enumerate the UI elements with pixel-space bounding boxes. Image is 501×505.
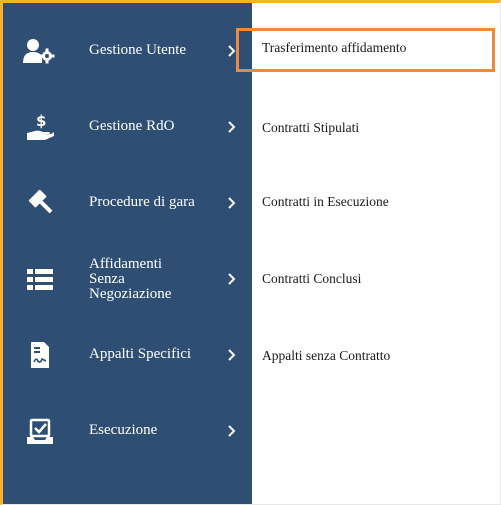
sidebar-item-affidamenti-senza-negoziazione[interactable]: Affidamenti Senza Negoziazione — [3, 241, 252, 317]
sidebar-item-gestione-rdo[interactable]: $ Gestione RdO — [3, 89, 252, 165]
submenu-panel: Trasferimento affidamento Contratti Stip… — [252, 3, 500, 504]
submenu-item-contratti-stipulati[interactable]: Contratti Stipulati — [262, 120, 359, 136]
sidebar-item-gestione-utente[interactable]: Gestione Utente — [3, 13, 252, 89]
list-icon — [22, 264, 58, 294]
chevron-right-icon — [228, 349, 236, 361]
gavel-icon — [22, 188, 58, 218]
sidebar-item-procedure-di-gara[interactable]: Procedure di gara — [3, 165, 252, 241]
chevron-right-icon — [228, 197, 236, 209]
sidebar-item-label: Affidamenti Senza Negoziazione — [89, 256, 172, 302]
highlight-box — [236, 28, 495, 72]
sidebar-item-appalti-specifici[interactable]: Appalti Specifici — [3, 317, 252, 393]
sidebar-item-label: Procedure di gara — [89, 194, 195, 210]
sidebar-item-esecuzione[interactable]: Esecuzione — [3, 393, 252, 469]
submenu-item-contratti-conclusi[interactable]: Contratti Conclusi — [262, 271, 361, 287]
chevron-right-icon — [228, 425, 236, 437]
chevron-right-icon — [228, 121, 236, 133]
hand-money-icon: $ — [22, 112, 58, 142]
document-signature-icon — [22, 340, 58, 370]
users-gear-icon — [22, 36, 58, 66]
svg-text:$: $ — [36, 112, 46, 130]
sidebar-item-label: Gestione RdO — [89, 118, 175, 134]
sidebar-item-label: Esecuzione — [89, 422, 158, 438]
tray-check-icon — [22, 416, 58, 446]
submenu-item-contratti-in-esecuzione[interactable]: Contratti in Esecuzione — [262, 194, 389, 210]
submenu-item-appalti-senza-contratto[interactable]: Appalti senza Contratto — [262, 348, 390, 364]
sidebar-item-label: Gestione Utente — [89, 42, 187, 58]
chevron-right-icon — [228, 273, 236, 285]
sidebar-item-label: Appalti Specifici — [89, 346, 192, 362]
sidebar: Gestione Utente $ Gestione RdO Procedure… — [3, 3, 252, 504]
